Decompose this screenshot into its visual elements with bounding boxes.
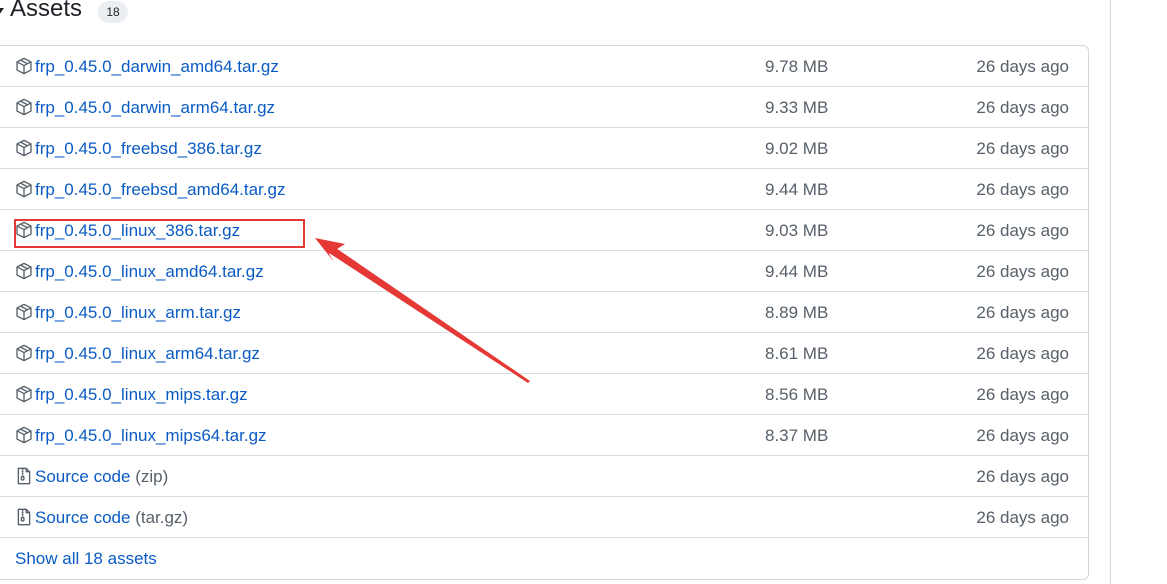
package-icon (15, 426, 33, 444)
asset-size: 8.56 MB (765, 385, 829, 404)
package-icon (15, 344, 33, 362)
asset-row: Source code (zip) 26 days ago (0, 456, 1088, 497)
asset-date: 26 days ago (976, 426, 1069, 445)
asset-size: 9.33 MB (765, 98, 829, 117)
asset-row: frp_0.45.0_freebsd_386.tar.gz 9.02 MB 26 d… (0, 128, 1088, 169)
assets-summary-toggle[interactable]: Assets 18 (0, 0, 129, 26)
asset-date: 26 days ago (976, 57, 1069, 76)
package-icon (15, 262, 33, 280)
asset-date: 26 days ago (976, 385, 1069, 404)
asset-download-link[interactable]: Source code (tar.gz) (35, 508, 188, 528)
asset-format-label: (zip) (135, 467, 169, 486)
assets-count-badge: 18 (98, 1, 129, 23)
asset-date: 26 days ago (976, 221, 1069, 240)
asset-row: frp_0.45.0_linux_arm64.tar.gz 8.61 MB 26 d… (0, 333, 1088, 374)
asset-size: 9.03 MB (765, 221, 829, 240)
asset-download-link[interactable]: Source code (zip) (35, 467, 168, 487)
asset-row: frp_0.45.0_linux_386.tar.gz 9.03 MB 26 day… (0, 210, 1088, 251)
package-icon (15, 57, 33, 75)
package-icon (15, 385, 33, 403)
asset-row: Source code (tar.gz) 26 days ago (0, 497, 1088, 538)
asset-date: 26 days ago (976, 262, 1069, 281)
asset-row: frp_0.45.0_darwin_arm64.tar.gz 9.33 MB 26 … (0, 87, 1088, 128)
asset-size: 9.44 MB (765, 180, 829, 199)
asset-date: 26 days ago (976, 139, 1069, 158)
asset-size: 8.37 MB (765, 426, 829, 445)
asset-download-link[interactable]: frp_0.45.0_linux_arm.tar.gz (35, 303, 241, 323)
asset-download-link[interactable]: frp_0.45.0_darwin_arm64.tar.gz (35, 98, 275, 118)
asset-row: frp_0.45.0_linux_arm.tar.gz 8.89 MB 26 day… (0, 292, 1088, 333)
asset-row: frp_0.45.0_linux_amd64.tar.gz 9.44 MB 26 d… (0, 251, 1088, 292)
asset-row: frp_0.45.0_linux_mips64.tar.gz 8.37 MB 26 … (0, 415, 1088, 456)
asset-size: 9.44 MB (765, 262, 829, 281)
asset-size: 8.61 MB (765, 344, 829, 363)
show-all-assets-link[interactable]: Show all 18 assets (15, 549, 157, 569)
asset-date: 26 days ago (976, 98, 1069, 117)
asset-download-link[interactable]: frp_0.45.0_darwin_amd64.tar.gz (35, 57, 279, 77)
asset-date: 26 days ago (976, 508, 1069, 527)
release-assets-page: Assets 18 frp_0.45.0_darwin_amd64.tar.gz… (0, 0, 1167, 584)
asset-row: frp_0.45.0_freebsd_amd64.tar.gz 9.44 MB 26… (0, 169, 1088, 210)
asset-row: frp_0.45.0_darwin_amd64.tar.gz 9.78 MB 26 … (0, 46, 1088, 87)
file-zip-icon (15, 508, 33, 526)
package-icon (15, 98, 33, 116)
content-divider (1110, 0, 1111, 584)
asset-date: 26 days ago (976, 180, 1069, 199)
asset-date: 26 days ago (976, 344, 1069, 363)
asset-download-link[interactable]: frp_0.45.0_freebsd_amd64.tar.gz (35, 180, 285, 200)
asset-download-link[interactable]: frp_0.45.0_linux_mips.tar.gz (35, 385, 248, 405)
package-icon (15, 180, 33, 198)
package-icon (15, 139, 33, 157)
assets-title: Assets (10, 0, 83, 22)
asset-download-link[interactable]: frp_0.45.0_linux_386.tar.gz (35, 221, 240, 241)
file-zip-icon (15, 467, 33, 485)
asset-download-link[interactable]: frp_0.45.0_linux_amd64.tar.gz (35, 262, 264, 282)
package-icon (15, 221, 33, 239)
asset-size: 8.89 MB (765, 303, 829, 322)
asset-date: 26 days ago (976, 303, 1069, 322)
asset-format-label: (tar.gz) (135, 508, 189, 527)
caret-down-icon (0, 7, 4, 15)
asset-size: 9.02 MB (765, 139, 829, 158)
asset-size: 9.78 MB (765, 57, 829, 76)
asset-download-link[interactable]: frp_0.45.0_freebsd_386.tar.gz (35, 139, 262, 159)
asset-date: 26 days ago (976, 467, 1069, 486)
asset-download-link[interactable]: frp_0.45.0_linux_mips64.tar.gz (35, 426, 267, 446)
asset-row: frp_0.45.0_linux_mips.tar.gz 8.56 MB 26 da… (0, 374, 1088, 415)
asset-download-link[interactable]: frp_0.45.0_linux_arm64.tar.gz (35, 344, 260, 364)
package-icon (15, 303, 33, 321)
